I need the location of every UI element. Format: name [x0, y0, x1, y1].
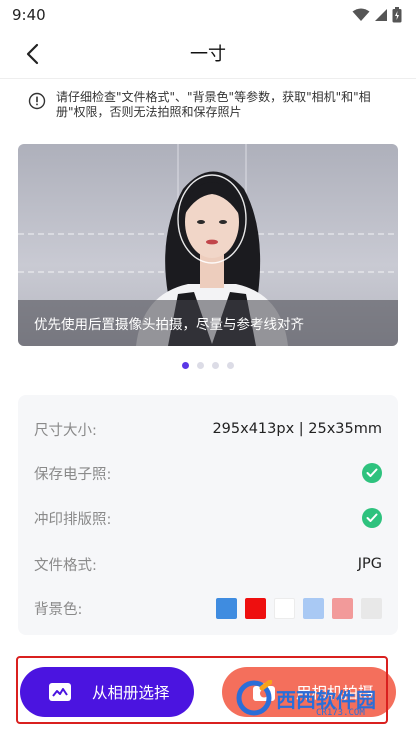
spec-row-format: 文件格式: JPG — [34, 551, 382, 577]
permission-notice: 请仔细检查"文件格式"、"背景色"等参数，获取"相机"和"相册"权限，否则无法拍… — [28, 90, 388, 120]
signal-icon — [375, 9, 387, 21]
status-time: 9:40 — [12, 6, 46, 24]
carousel-dot[interactable] — [182, 362, 189, 369]
banner-caption: 优先使用后置摄像头拍摄，尽量与参考线对齐 — [18, 300, 398, 346]
wifi-icon — [352, 8, 370, 21]
bg-color-swatch[interactable] — [361, 597, 382, 619]
spec-value-size: 295x413px | 25x35mm — [212, 421, 382, 437]
watermark: 西西软件园 CR173.COM — [236, 668, 406, 728]
spec-label-bg: 背景色: — [34, 601, 83, 618]
bg-color-swatches — [216, 597, 382, 619]
battery-icon — [392, 7, 402, 23]
check-icon — [362, 463, 382, 483]
spec-label-size: 尺寸大小: — [34, 422, 97, 439]
bg-color-swatch[interactable] — [303, 597, 324, 619]
bg-color-swatch[interactable] — [274, 597, 295, 619]
spec-card: 尺寸大小: 295x413px | 25x35mm 保存电子照: 冲印排版照: … — [18, 395, 398, 635]
spec-label-digital: 保存电子照: — [34, 466, 112, 483]
bg-color-swatch[interactable] — [216, 597, 237, 619]
carousel-dot[interactable] — [227, 362, 234, 369]
carousel-dot[interactable] — [197, 362, 204, 369]
carousel-indicator — [0, 362, 416, 369]
spec-row-size: 尺寸大小: 295x413px | 25x35mm — [34, 416, 382, 442]
check-icon — [362, 508, 382, 528]
nav-divider — [0, 78, 416, 79]
spec-label-print: 冲印排版照: — [34, 511, 112, 528]
bg-color-swatch[interactable] — [245, 597, 266, 619]
notice-text: 请仔细检查"文件格式"、"背景色"等参数，获取"相机"和"相册"权限，否则无法拍… — [56, 90, 371, 119]
chevron-left-icon — [26, 43, 39, 65]
back-button[interactable] — [18, 40, 46, 68]
bg-color-swatch[interactable] — [332, 597, 353, 619]
status-bar: 9:40 — [0, 0, 416, 30]
spec-label-format: 文件格式: — [34, 557, 97, 574]
spec-row-digital: 保存电子照: — [34, 460, 382, 486]
status-icons — [352, 7, 402, 23]
banner-caption-text: 优先使用后置摄像头拍摄，尽量与参考线对齐 — [34, 317, 304, 333]
carousel-dot[interactable] — [212, 362, 219, 369]
page-title: 一寸 — [190, 44, 226, 65]
nav-bar: 一寸 — [0, 30, 416, 76]
spec-row-bg: 背景色: — [34, 595, 382, 621]
spec-value-format: JPG — [357, 556, 382, 572]
tips-banner[interactable]: 优先使用后置摄像头拍摄，尽量与参考线对齐 — [18, 144, 398, 346]
spec-row-print: 冲印排版照: — [34, 505, 382, 531]
info-icon — [28, 92, 46, 110]
watermark-sub: CR173.COM — [316, 708, 365, 718]
watermark-logo — [236, 680, 272, 716]
